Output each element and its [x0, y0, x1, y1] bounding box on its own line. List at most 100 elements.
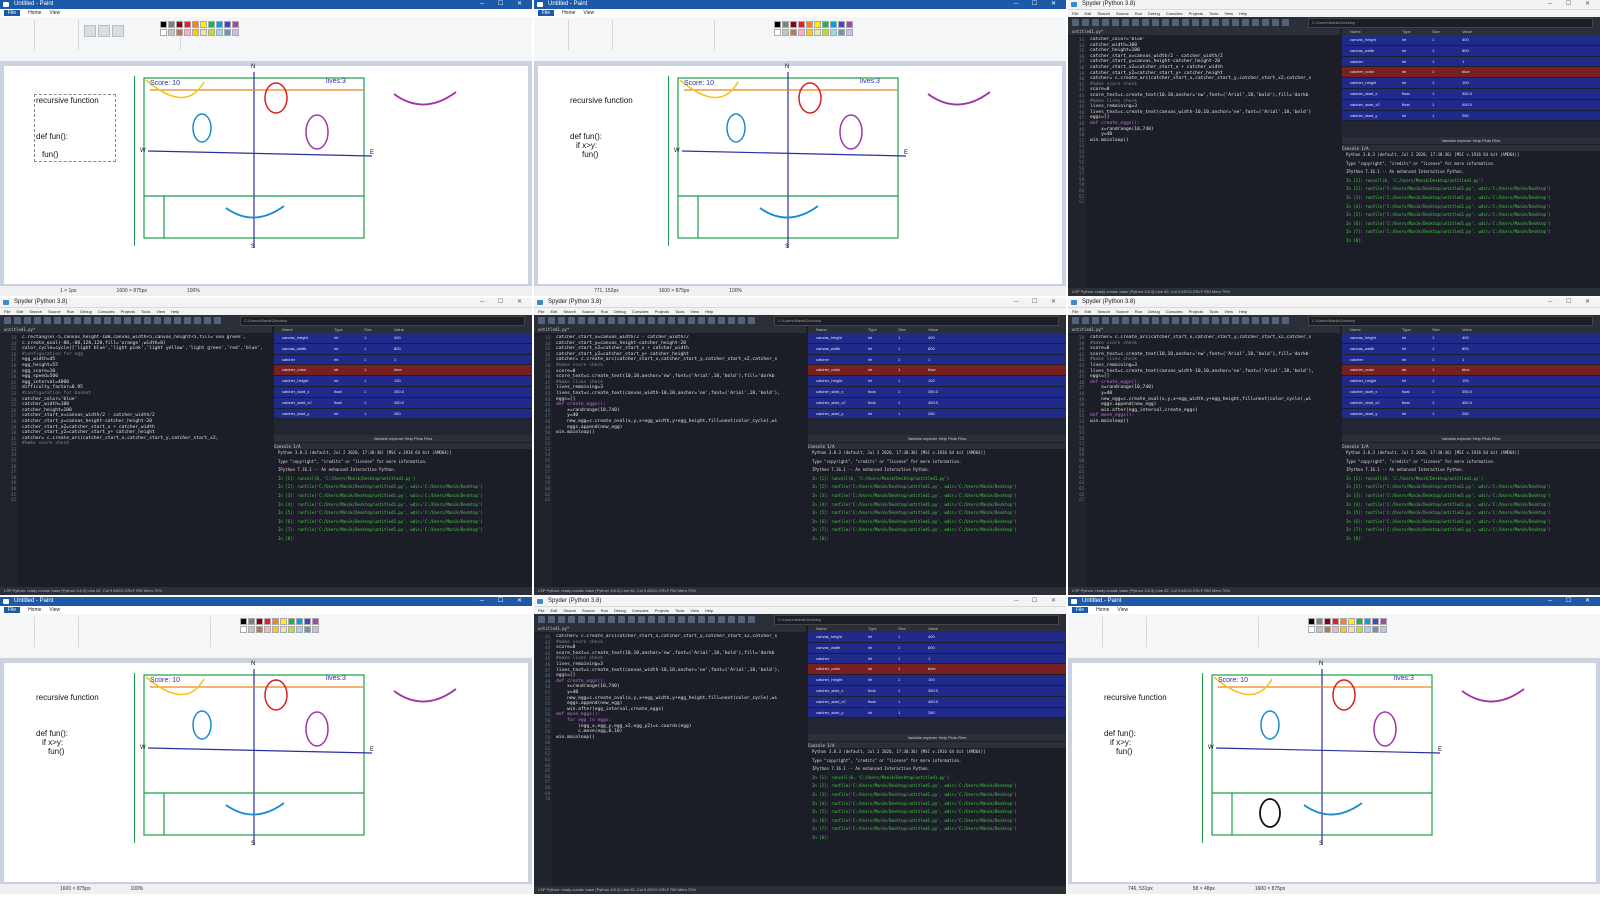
toolbar-icon[interactable]	[698, 616, 705, 623]
toolbar-icon[interactable]	[1242, 317, 1249, 324]
pane-tabs[interactable]: Variable explorer Help Plots Files	[1342, 137, 1600, 144]
color-swatch[interactable]	[216, 21, 223, 28]
toolbar-icon[interactable]	[718, 317, 725, 324]
toolbar-icon[interactable]	[708, 616, 715, 623]
toolbar-icon[interactable]	[748, 317, 755, 324]
color-swatch[interactable]	[790, 21, 797, 28]
toolbar-icon[interactable]	[568, 616, 575, 623]
menu-item[interactable]: Debug	[1148, 309, 1160, 314]
color-swatch[interactable]	[838, 21, 845, 28]
menu-item[interactable]: Help	[1239, 309, 1247, 314]
window-controls[interactable]: ─ ☐ ✕	[480, 0, 528, 9]
toolbar-icon[interactable]	[1152, 317, 1159, 324]
menu-item[interactable]: Search	[563, 309, 576, 314]
color-swatch[interactable]	[208, 21, 215, 28]
toolbar-icon[interactable]	[638, 317, 645, 324]
toolbar-icon[interactable]	[1142, 19, 1149, 26]
toolbar-icon[interactable]	[154, 317, 161, 324]
toolbar-icon[interactable]	[658, 317, 665, 324]
color-swatch[interactable]	[1316, 618, 1323, 625]
toolbar-icon[interactable]	[1202, 317, 1209, 324]
menu-home[interactable]: Home	[562, 10, 575, 16]
menu-item[interactable]: Run	[601, 608, 608, 613]
toolbar-icon[interactable]	[1092, 317, 1099, 324]
toolbar-icon[interactable]	[1212, 19, 1219, 26]
editor-tab[interactable]: untitled1.py*	[1068, 327, 1340, 333]
ve-row[interactable]: catcher_start_y int 1 280	[808, 707, 1066, 719]
toolbar-icon[interactable]	[1252, 317, 1259, 324]
toolbar-icon[interactable]	[548, 616, 555, 623]
toolbar-icon[interactable]	[1112, 19, 1119, 26]
color-swatch[interactable]	[1316, 626, 1323, 633]
ve-row[interactable]: catcher_start_y int 1 280	[274, 408, 532, 420]
color-swatch[interactable]	[790, 29, 797, 36]
menu-item[interactable]: Tools	[1209, 309, 1218, 314]
clipboard-group[interactable]	[4, 617, 35, 647]
code-text[interactable]: c.rectangle(-5,canvas_height-100,canvas_…	[22, 335, 268, 447]
toolbar-icon[interactable]	[34, 317, 41, 324]
window-controls[interactable]: ─ ☐ ✕	[1548, 0, 1596, 9]
color-swatch[interactable]	[782, 21, 789, 28]
ve-row[interactable]: catcher_height int 1 100	[808, 675, 1066, 686]
color-swatch[interactable]	[830, 29, 837, 36]
code-text[interactable]: catcher= c.create_arc(catcher_start_x,ca…	[1090, 335, 1336, 425]
toolbar-icon[interactable]	[658, 616, 665, 623]
ipython-console[interactable]: Console 1/A Python 3.8.3 (default, Jul 2 …	[808, 443, 1066, 587]
code-editor[interactable]: untitled1.py* 33 34 35 36 37 38 39 40 41 42 43 44 45 4…	[534, 327, 806, 587]
toolbar-icon[interactable]	[1082, 19, 1089, 26]
color-swatch[interactable]	[1380, 626, 1387, 633]
menu-item[interactable]: Search	[29, 309, 42, 314]
toolbar-icon[interactable]	[1262, 317, 1269, 324]
ve-row[interactable]: canvas_width int 1 800	[808, 642, 1066, 654]
toolbar-icon[interactable]	[1252, 19, 1259, 26]
color-swatch[interactable]	[200, 21, 207, 28]
zoom-level[interactable]: 100%	[130, 886, 143, 892]
ve-row[interactable]: canvas_height int 1 400	[808, 333, 1066, 344]
ve-row[interactable]: catcher_start_y int 1 280	[1342, 110, 1600, 122]
paint-canvas[interactable]: recursive function def fun(): if x>y: fu…	[538, 64, 1062, 284]
color-palette[interactable]	[774, 21, 853, 36]
code-line[interactable]: color_cycle=cycle(['light blue','light p…	[22, 346, 268, 352]
code-editor[interactable]: untitled1.py* 33 34 35 36 37 38 39 40 41 42 43 44 45 4…	[1068, 29, 1340, 288]
menu-view[interactable]: View	[49, 607, 60, 613]
color-swatch[interactable]	[200, 29, 207, 36]
color-swatch[interactable]	[224, 21, 231, 28]
working-dir-path[interactable]: C:\Users\Manik\Desktop	[1308, 18, 1593, 28]
ve-row[interactable]: canvas_height int 1 400	[1342, 35, 1600, 46]
ve-row[interactable]: catcher_start_x2 float 1 450.0	[1342, 397, 1600, 409]
menu-item[interactable]: Help	[1239, 11, 1247, 16]
toolbar-icon[interactable]	[1182, 317, 1189, 324]
menu-item[interactable]: Run	[601, 309, 608, 314]
toolbar-icon[interactable]	[678, 317, 685, 324]
toolbar-icon[interactable]	[628, 616, 635, 623]
menu-item[interactable]: Help	[705, 608, 713, 613]
code-line[interactable]: win.mainloop()	[1090, 419, 1336, 425]
ve-row[interactable]: catcher_height int 1 100	[274, 376, 532, 387]
toolbar-icon[interactable]	[628, 317, 635, 324]
code-line[interactable]: catcher= c.create_arc(catcher_start_x,ca…	[1090, 76, 1336, 82]
menu-item[interactable]: Run	[67, 309, 74, 314]
ve-row[interactable]: catcher int 1 1	[808, 653, 1066, 665]
ve-row[interactable]: catcher_height int 1 100	[808, 376, 1066, 387]
code-text[interactable]: catcher_color='blue' catcher_width=100 cat…	[1090, 37, 1336, 143]
code-line[interactable]: new_egg=c.create_oval(x,y,x+egg_width,y+…	[556, 419, 802, 425]
code-line[interactable]: catcher= c.create_arc(catcher_start_x,ca…	[1090, 335, 1336, 341]
color-swatch[interactable]	[1364, 626, 1371, 633]
toolbar-icon[interactable]	[598, 317, 605, 324]
color-swatch[interactable]	[774, 29, 781, 36]
ve-row[interactable]: canvas_height int 1 400	[1342, 333, 1600, 344]
menu-item[interactable]: Tools	[141, 309, 150, 314]
ve-row[interactable]: catcher int 1 1	[274, 354, 532, 366]
toolbar-icon[interactable]	[1212, 317, 1219, 324]
menu-home[interactable]: Home	[28, 10, 41, 16]
menu-item[interactable]: Source	[1116, 309, 1129, 314]
toolbar-icon[interactable]	[738, 616, 745, 623]
menu-file[interactable]: File	[1072, 607, 1089, 613]
pane-tabs[interactable]: Variable explorer Help Plots Files	[808, 734, 1066, 741]
toolbar-icon[interactable]	[94, 317, 101, 324]
pane-tabs[interactable]: Variable explorer Help Plots Files	[1342, 435, 1600, 442]
code-line[interactable]: win.mainloop()	[1090, 138, 1336, 144]
toolbar-icon[interactable]	[124, 317, 131, 324]
toolbar-icon[interactable]	[1262, 19, 1269, 26]
toolbar-icon[interactable]	[1102, 317, 1109, 324]
